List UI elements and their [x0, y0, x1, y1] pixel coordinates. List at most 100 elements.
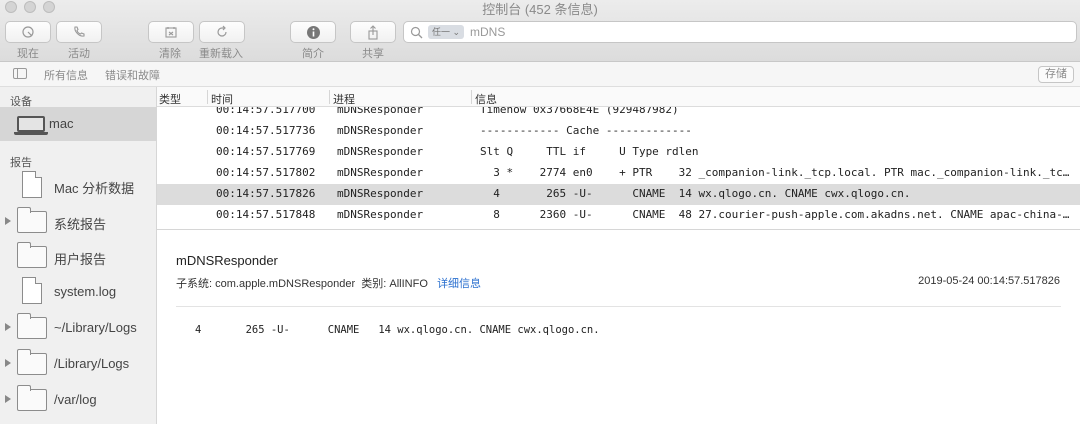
row-time: 00:14:57.517769: [216, 145, 316, 158]
sidebar: 设备 mac 报告 Mac 分析数据 系统报告 用户报告 system.log …: [0, 87, 157, 424]
table-row[interactable]: 00:14:57.517736 mDNSResponder ----------…: [157, 121, 1080, 142]
log-table: 00:14:57.517700 mDNSResponder Timenow 0x…: [157, 107, 1080, 230]
table-row[interactable]: 00:14:57.517700 mDNSResponder Timenow 0x…: [157, 107, 1080, 121]
row-message: 3 * 2774 en0 + PTR 32 _companion-link._t…: [480, 166, 1076, 179]
target-icon: [22, 26, 34, 38]
search-filter-dropdown[interactable]: 任一 ⌄: [428, 25, 465, 39]
row-message: Slt Q TTL if U Type rdlen: [480, 145, 699, 158]
disclosure-triangle-icon[interactable]: [5, 395, 11, 403]
folder-icon: [17, 207, 47, 233]
column-divider[interactable]: [207, 90, 208, 104]
info-label: 简介: [302, 48, 324, 60]
detail-meta: 子系统: com.apple.mDNSResponder 类别: AllINFO…: [176, 275, 481, 291]
disclosure-triangle-icon[interactable]: [5, 323, 11, 331]
category-value: AllINFO: [389, 278, 428, 290]
table-row[interactable]: 00:14:57.517769 mDNSResponder Slt Q TTL …: [157, 142, 1080, 163]
sidebar-item-system-log[interactable]: system.log: [0, 275, 156, 309]
row-message: ------------ Cache -------------: [480, 124, 692, 137]
share-label: 共享: [362, 48, 384, 60]
activity-label: 活动: [68, 48, 90, 60]
row-process: mDNSResponder: [337, 187, 424, 200]
document-icon: [22, 171, 42, 198]
sidebar-item-label: /Library/Logs: [54, 356, 130, 371]
row-time: 00:14:57.517826: [216, 187, 316, 200]
table-row[interactable]: 00:14:57.517802 mDNSResponder 3 * 2774 e…: [157, 163, 1080, 184]
sidebar-item-label: system.log: [54, 284, 117, 299]
row-process: mDNSResponder: [337, 208, 424, 221]
row-time: 00:14:57.517700: [216, 107, 316, 116]
column-divider[interactable]: [329, 90, 330, 104]
sidebar-item-label: 用户报告: [54, 252, 107, 267]
reload-label: 重新载入: [199, 48, 243, 60]
errors-faults-tab[interactable]: 错误和故障: [105, 67, 160, 83]
now-button[interactable]: [5, 21, 51, 43]
sidebar-item-var-log[interactable]: /var/log: [0, 383, 156, 417]
sidebar-item-mac[interactable]: mac: [0, 107, 156, 141]
sidebar-item-user-reports[interactable]: 用户报告: [0, 240, 156, 274]
clear-icon: [165, 27, 177, 38]
reload-button[interactable]: [199, 21, 245, 43]
info-button[interactable]: [290, 21, 336, 43]
info-icon: [306, 25, 320, 39]
row-message: 8 2360 -U- CNAME 48 27.courier-push-appl…: [493, 208, 1076, 221]
row-process: mDNSResponder: [337, 166, 424, 179]
sidebar-item-label: mac: [49, 116, 74, 131]
share-icon: [368, 24, 378, 40]
disclosure-triangle-icon[interactable]: [5, 217, 11, 225]
column-header-process[interactable]: 进程: [333, 91, 355, 107]
column-header-message[interactable]: 信息: [475, 91, 497, 107]
column-header-time[interactable]: 时间: [211, 91, 233, 107]
sidebar-toggle-icon[interactable]: [13, 68, 27, 79]
document-icon: [22, 277, 42, 304]
row-message: Timenow 0x37668E4E (929487982): [480, 107, 679, 116]
folder-icon: [17, 313, 47, 339]
row-process: mDNSResponder: [337, 124, 424, 137]
search-icon: [410, 26, 423, 39]
folder-icon: [17, 349, 47, 375]
folder-icon: [17, 385, 47, 411]
search-input[interactable]: mDNS: [470, 25, 505, 39]
disclosure-triangle-icon[interactable]: [5, 359, 11, 367]
sidebar-item-user-library-logs[interactable]: ~/Library/Logs: [0, 311, 156, 345]
sidebar-item-label: ~/Library/Logs: [54, 320, 137, 335]
all-messages-tab[interactable]: 所有信息: [44, 67, 88, 83]
column-header-type[interactable]: 类型: [159, 91, 181, 107]
category-label: 类别:: [361, 278, 387, 290]
sidebar-item-label: /var/log: [54, 392, 97, 407]
clear-button[interactable]: [148, 21, 194, 43]
row-process: mDNSResponder: [337, 145, 424, 158]
detail-process-title: mDNSResponder: [176, 253, 278, 268]
sidebar-item-library-logs[interactable]: /Library/Logs: [0, 347, 156, 381]
column-divider[interactable]: [471, 90, 472, 104]
row-time: 00:14:57.517802: [216, 166, 316, 179]
row-message: 4 265 -U- CNAME 14 wx.qlogo.cn. CNAME cw…: [480, 187, 911, 200]
phone-icon: [74, 26, 85, 37]
detail-pane: mDNSResponder 子系统: com.apple.mDNSRespond…: [157, 231, 1080, 424]
divider: [176, 306, 1061, 307]
search-field[interactable]: 任一 ⌄ mDNS: [403, 21, 1077, 43]
share-button[interactable]: [350, 21, 396, 43]
toolbar: 控制台 (452 条信息) 现在 活动 清除 重新载入 简介 共享 任一 ⌄ m…: [0, 0, 1080, 62]
subsystem-label: 子系统:: [176, 278, 213, 290]
details-link[interactable]: 详细信息: [437, 278, 481, 290]
chevron-down-icon: ⌄: [452, 27, 461, 37]
row-time: 00:14:57.517736: [216, 124, 316, 137]
detail-message: 4 265 -U- CNAME 14 wx.qlogo.cn. CNAME cw…: [195, 324, 600, 336]
reload-icon: [217, 25, 227, 37]
window-title: 控制台 (452 条信息): [482, 2, 598, 17]
subsystem-value: com.apple.mDNSResponder: [215, 278, 356, 290]
table-row[interactable]: 00:14:57.517848 mDNSResponder 8 2360 -U-…: [157, 205, 1080, 226]
row-process: mDNSResponder: [337, 107, 424, 116]
table-row-selected[interactable]: 00:14:57.517826 mDNSResponder 4 265 -U- …: [157, 184, 1080, 205]
sidebar-item-mac-analytics[interactable]: Mac 分析数据: [0, 169, 156, 203]
activity-button[interactable]: [56, 21, 102, 43]
row-time: 00:14:57.517848: [216, 208, 316, 221]
detail-timestamp: 2019-05-24 00:14:57.517826: [918, 275, 1060, 287]
sidebar-item-label: Mac 分析数据: [54, 181, 135, 196]
laptop-icon: [14, 116, 48, 135]
sidebar-item-label: 系统报告: [54, 217, 107, 232]
save-button[interactable]: 存储: [1038, 66, 1074, 83]
search-filter-label: 任一: [432, 27, 451, 37]
filter-bar: 所有信息 错误和故障 存储: [0, 62, 1080, 87]
sidebar-item-system-reports[interactable]: 系统报告: [0, 205, 156, 239]
